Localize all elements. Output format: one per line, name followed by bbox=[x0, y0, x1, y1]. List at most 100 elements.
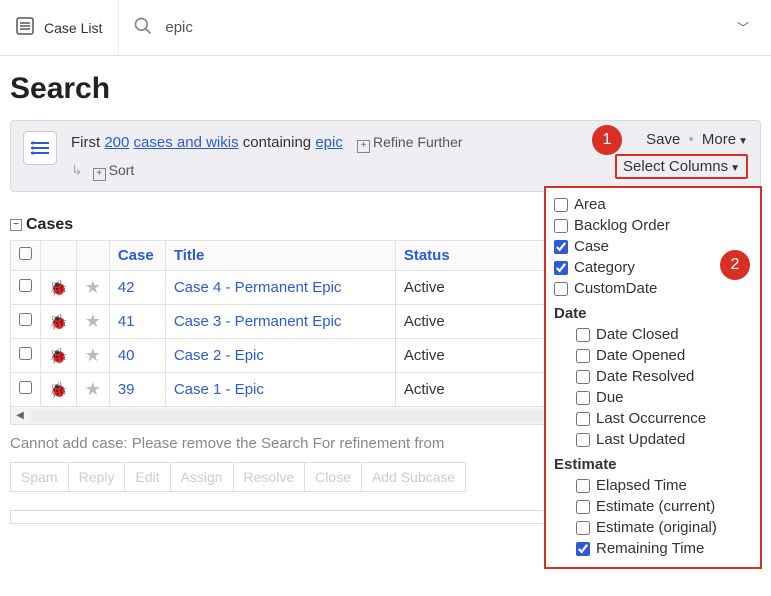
row-checkbox[interactable] bbox=[19, 279, 32, 292]
column-option-date-resolved[interactable]: Date Resolved bbox=[576, 366, 752, 387]
column-option-date-closed[interactable]: Date Closed bbox=[576, 324, 752, 345]
refine-label: Refine Further bbox=[373, 134, 462, 150]
reply-button[interactable]: Reply bbox=[69, 462, 126, 492]
callout-1: 1 bbox=[592, 125, 622, 155]
column-option-area[interactable]: Area bbox=[554, 194, 752, 215]
close-button[interactable]: Close bbox=[305, 462, 362, 492]
case-title-link[interactable]: Case 2 - Epic bbox=[174, 347, 264, 364]
case-number-link[interactable]: 40 bbox=[118, 347, 135, 364]
column-option-estimate-current[interactable]: Estimate (current) bbox=[576, 496, 752, 517]
filter-cases-wikis-link[interactable]: cases and wikis bbox=[134, 134, 239, 151]
row-checkbox-cell bbox=[11, 373, 41, 407]
row-checkbox[interactable] bbox=[19, 381, 32, 394]
filter-bar: 1 First 200 cases and wikis containing e… bbox=[10, 120, 761, 192]
chevron-down-icon[interactable]: ﹀ bbox=[737, 19, 749, 36]
star-cell: ★ bbox=[76, 373, 109, 407]
column-option-customdate[interactable]: CustomDate bbox=[554, 278, 752, 299]
nav-title: Case List bbox=[44, 20, 102, 36]
row-checkbox-cell bbox=[11, 271, 41, 305]
case-number-cell: 41 bbox=[109, 305, 165, 339]
column-option-estimate-original[interactable]: Estimate (original) bbox=[576, 517, 752, 538]
search-input[interactable] bbox=[165, 19, 725, 36]
column-group-date: Date bbox=[554, 303, 752, 324]
add-subcase-button[interactable]: Add Subcase bbox=[362, 462, 466, 492]
case-title-link[interactable]: Case 3 - Permanent Epic bbox=[174, 313, 342, 330]
row-checkbox[interactable] bbox=[19, 347, 32, 360]
search-area: ﹀ bbox=[119, 0, 771, 55]
bug-icon: 🐞 bbox=[49, 382, 68, 399]
title-cell: Case 3 - Permanent Epic bbox=[165, 305, 395, 339]
icon-header bbox=[41, 241, 77, 271]
case-header[interactable]: Case bbox=[109, 241, 165, 271]
column-option-case[interactable]: Case bbox=[554, 236, 752, 257]
filter-count-link[interactable]: 200 bbox=[104, 134, 129, 151]
filter-containing: containing bbox=[243, 134, 311, 151]
edit-button[interactable]: Edit bbox=[125, 462, 170, 492]
filter-term-link[interactable]: epic bbox=[315, 134, 343, 151]
assign-button[interactable]: Assign bbox=[171, 462, 234, 492]
star-cell: ★ bbox=[76, 305, 109, 339]
spam-button[interactable]: Spam bbox=[10, 462, 69, 492]
collapse-icon[interactable]: − bbox=[10, 219, 22, 231]
title-cell: Case 2 - Epic bbox=[165, 339, 395, 373]
bug-icon: 🐞 bbox=[49, 280, 68, 297]
sort-link[interactable]: +Sort bbox=[93, 162, 135, 178]
separator-dot: • bbox=[688, 131, 693, 148]
column-option-remaining[interactable]: Remaining Time bbox=[576, 538, 752, 559]
star-icon[interactable]: ★ bbox=[85, 277, 101, 297]
filter-list-icon[interactable] bbox=[23, 131, 57, 165]
case-title-link[interactable]: Case 1 - Epic bbox=[174, 381, 264, 398]
sort-row: ↳ +Sort bbox=[71, 159, 601, 181]
row-checkbox[interactable] bbox=[19, 313, 32, 326]
column-option-date-opened[interactable]: Date Opened bbox=[576, 345, 752, 366]
case-number-link[interactable]: 42 bbox=[118, 279, 135, 296]
caret-down-icon: ▼ bbox=[730, 163, 740, 174]
save-link[interactable]: Save bbox=[646, 131, 680, 148]
nav-title-area[interactable]: Case List bbox=[0, 0, 119, 55]
case-number-link[interactable]: 41 bbox=[118, 313, 135, 330]
column-option-due[interactable]: Due bbox=[576, 387, 752, 408]
star-icon[interactable]: ★ bbox=[85, 311, 101, 331]
search-icon bbox=[133, 16, 153, 39]
star-icon[interactable]: ★ bbox=[85, 345, 101, 365]
column-option-last-occurrence[interactable]: Last Occurrence bbox=[576, 408, 752, 429]
refine-further[interactable]: +Refine Further bbox=[357, 134, 462, 150]
bug-icon: 🐞 bbox=[49, 348, 68, 365]
select-all-header bbox=[11, 241, 41, 271]
topbar: Case List ﹀ bbox=[0, 0, 771, 56]
scroll-left-icon[interactable]: ◀ bbox=[11, 407, 29, 424]
page-title: Search bbox=[0, 56, 771, 120]
plus-icon: + bbox=[357, 140, 370, 153]
filter-prefix: First bbox=[71, 134, 100, 151]
case-number-link[interactable]: 39 bbox=[118, 381, 135, 398]
column-option-backlog[interactable]: Backlog Order bbox=[554, 215, 752, 236]
column-option-last-updated[interactable]: Last Updated bbox=[576, 429, 752, 450]
star-cell: ★ bbox=[76, 271, 109, 305]
title-cell: Case 1 - Epic bbox=[165, 373, 395, 407]
row-checkbox-cell bbox=[11, 305, 41, 339]
bug-icon-cell: 🐞 bbox=[41, 373, 77, 407]
title-cell: Case 4 - Permanent Epic bbox=[165, 271, 395, 305]
star-icon[interactable]: ★ bbox=[85, 379, 101, 399]
plus-icon: + bbox=[93, 168, 106, 181]
select-columns-panel: 2 Area Backlog Order Case Category Custo… bbox=[544, 186, 762, 569]
title-header[interactable]: Title bbox=[165, 241, 395, 271]
bug-icon-cell: 🐞 bbox=[41, 305, 77, 339]
filter-right: Save • More▼ Select Columns▼ bbox=[615, 131, 748, 179]
list-icon bbox=[16, 17, 34, 38]
column-group-estimate: Estimate bbox=[554, 454, 752, 475]
case-title-link[interactable]: Case 4 - Permanent Epic bbox=[174, 279, 342, 296]
select-all-checkbox[interactable] bbox=[19, 247, 32, 260]
filter-description: First 200 cases and wikis containing epi… bbox=[71, 131, 601, 181]
bug-icon-cell: 🐞 bbox=[41, 339, 77, 373]
select-columns-button[interactable]: Select Columns▼ bbox=[615, 154, 748, 179]
case-number-cell: 39 bbox=[109, 373, 165, 407]
column-option-elapsed[interactable]: Elapsed Time bbox=[576, 475, 752, 496]
resolve-button[interactable]: Resolve bbox=[234, 462, 306, 492]
cases-title: Cases bbox=[26, 216, 73, 234]
row-checkbox-cell bbox=[11, 339, 41, 373]
star-header bbox=[76, 241, 109, 271]
more-link[interactable]: More▼ bbox=[702, 131, 748, 148]
star-cell: ★ bbox=[76, 339, 109, 373]
sort-label: Sort bbox=[109, 162, 135, 178]
